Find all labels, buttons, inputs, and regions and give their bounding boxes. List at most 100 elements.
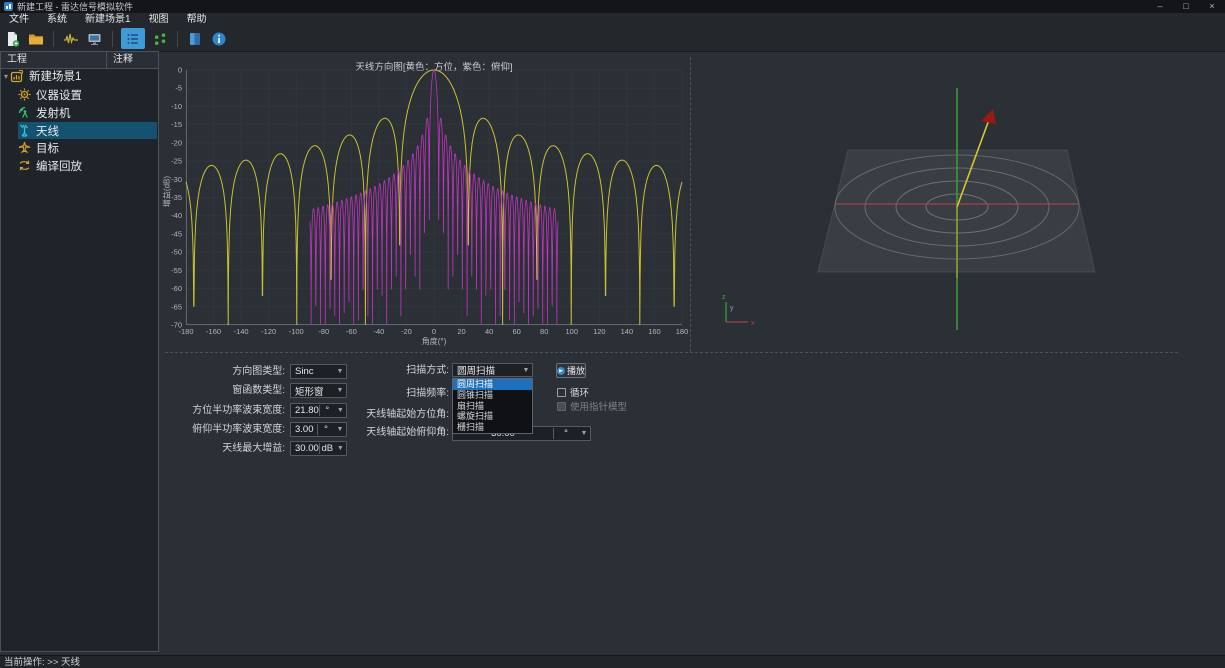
gear-icon	[18, 88, 31, 101]
toolbar	[0, 26, 1225, 52]
airplane-icon	[18, 141, 31, 154]
scan-mode-label: 扫描方式:	[320, 363, 449, 378]
new-project-icon[interactable]	[3, 30, 21, 48]
svg-text:x: x	[751, 320, 755, 327]
svg-text:-15: -15	[171, 120, 182, 129]
transmitter-icon	[18, 106, 31, 119]
expander-icon[interactable]: ▾	[4, 72, 8, 81]
status-text: 当前操作: >> 天线	[4, 657, 80, 668]
menu-scene[interactable]: 新建场景1	[76, 13, 140, 26]
minimize-button[interactable]: –	[1147, 0, 1173, 13]
svg-text:-35: -35	[171, 193, 182, 202]
svg-text:120: 120	[593, 327, 606, 336]
scan-freq-label: 扫描频率:	[320, 386, 449, 401]
open-project-icon[interactable]	[27, 30, 45, 48]
svg-text:-10: -10	[171, 102, 182, 111]
svg-text:-25: -25	[171, 157, 182, 166]
dropdown-option-sector[interactable]: 扇扫描	[453, 401, 532, 412]
tree-item-label: 编译回放	[36, 158, 82, 174]
az-beamwidth-label: 方位半功率波束宽度:	[100, 403, 285, 418]
play-button[interactable]: ▶ 播放	[556, 363, 586, 378]
svg-text:180: 180	[676, 327, 689, 336]
dropdown-option-conical[interactable]: 圆锥扫描	[453, 390, 532, 401]
document-icon[interactable]	[186, 30, 204, 48]
svg-text:0: 0	[178, 66, 182, 75]
device-icon[interactable]	[86, 30, 104, 48]
svg-text:-140: -140	[234, 327, 249, 336]
tree-item-target[interactable]: 目标	[18, 139, 59, 156]
dropdown-option-spiral[interactable]: 螺旋扫描	[453, 411, 532, 422]
loop-checkbox-row[interactable]: 循环	[557, 385, 589, 399]
svg-text:-180: -180	[178, 327, 193, 336]
chart-xlabel: 角度(°)	[186, 336, 682, 347]
tab-project[interactable]: 工程	[1, 52, 107, 68]
status-bar: 当前操作: >> 天线	[0, 655, 1225, 668]
scan-mode-select[interactable]: 圆周扫描▼	[452, 363, 533, 377]
chevron-down-icon: ▼	[335, 445, 346, 452]
compile-replay-icon	[18, 159, 31, 172]
menu-system[interactable]: 系统	[38, 13, 76, 26]
tree-item-label: 天线	[36, 123, 59, 139]
axis-triad: z y x	[722, 294, 755, 327]
svg-text:-40: -40	[171, 211, 182, 220]
dropdown-option-raster[interactable]: 栅扫描	[453, 422, 532, 433]
menu-bar: 文件 系统 新建场景1 视图 帮助	[0, 13, 1225, 26]
svg-text:-100: -100	[289, 327, 304, 336]
svg-text:-50: -50	[171, 248, 182, 257]
svg-text:20: 20	[457, 327, 465, 336]
svg-text:60: 60	[512, 327, 520, 336]
tree-item-transmitter[interactable]: 发射机	[18, 104, 71, 121]
pointer-model-label: 使用指针模型	[570, 399, 627, 413]
menu-help[interactable]: 帮助	[178, 13, 216, 26]
svg-text:-60: -60	[346, 327, 357, 336]
max-gain-input[interactable]: 30.00dB▼	[290, 441, 347, 456]
pointer-model-checkbox-row: 使用指针模型	[557, 399, 627, 413]
window-func-label: 窗函数类型:	[100, 383, 285, 398]
svg-text:-20: -20	[171, 138, 182, 147]
svg-text:z: z	[722, 294, 726, 301]
svg-text:0: 0	[432, 327, 436, 336]
waveform-icon[interactable]	[62, 30, 80, 48]
close-button[interactable]: ×	[1199, 0, 1225, 13]
antenna-icon	[18, 124, 31, 137]
svg-text:-45: -45	[171, 229, 182, 238]
menu-view[interactable]: 视图	[140, 13, 178, 26]
scene-list-view-button-active[interactable]	[121, 28, 145, 49]
tab-comment[interactable]: 注释	[107, 52, 133, 68]
svg-text:-5: -5	[175, 84, 182, 93]
svg-text:-20: -20	[401, 327, 412, 336]
tree-item-label: 仪器设置	[36, 87, 82, 103]
start-az-label: 天线轴起始方位角:	[320, 407, 449, 422]
svg-text:-60: -60	[171, 284, 182, 293]
tree-item-label: 新建场景1	[29, 68, 81, 84]
svg-text:80: 80	[540, 327, 548, 336]
tree-item-instrument[interactable]: 仪器设置	[18, 86, 82, 103]
svg-text:-80: -80	[318, 327, 329, 336]
scan-mode-dropdown: 圆周扫描 圆锥扫描 扇扫描 螺旋扫描 栅扫描	[452, 378, 533, 434]
chevron-down-icon: ▼	[578, 430, 590, 437]
tree-item-label: 目标	[36, 140, 59, 156]
radar-sim-window: 新建工程 - 雷达信号模拟软件 – □ × 文件 系统 新建场景1 视图 帮助	[0, 0, 1225, 668]
antenna-pattern-chart: 0-5-10-15-20-25-30-35-40-45-50-55-60-65-…	[186, 70, 682, 325]
svg-text:160: 160	[648, 327, 661, 336]
svg-text:40: 40	[485, 327, 493, 336]
title-bar: 新建工程 - 雷达信号模拟软件 – □ ×	[0, 0, 1225, 13]
tree-item-scene-root[interactable]: ▾ 新建场景1	[4, 67, 81, 85]
panel-divider-vertical	[690, 57, 691, 352]
maximize-button[interactable]: □	[1173, 0, 1199, 13]
dropdown-option-circular[interactable]: 圆周扫描	[453, 379, 532, 390]
start-el-label: 天线轴起始俯仰角:	[320, 425, 449, 440]
arrowhead	[981, 109, 996, 124]
pointer-model-checkbox	[557, 402, 566, 411]
tree-item-antenna-selected[interactable]: 天线	[18, 122, 157, 139]
app-icon	[4, 2, 13, 11]
svg-text:140: 140	[621, 327, 634, 336]
menu-file[interactable]: 文件	[0, 13, 38, 26]
panel-divider-horizontal	[165, 352, 1178, 353]
window-title: 新建工程 - 雷达信号模拟软件	[17, 0, 133, 13]
info-icon[interactable]	[210, 30, 228, 48]
scan-3d-view[interactable]: z y x	[700, 60, 1200, 350]
tile-view-icon[interactable]	[151, 30, 169, 48]
loop-checkbox[interactable]	[557, 388, 566, 397]
tree-item-compile-replay[interactable]: 编译回放	[18, 157, 82, 174]
